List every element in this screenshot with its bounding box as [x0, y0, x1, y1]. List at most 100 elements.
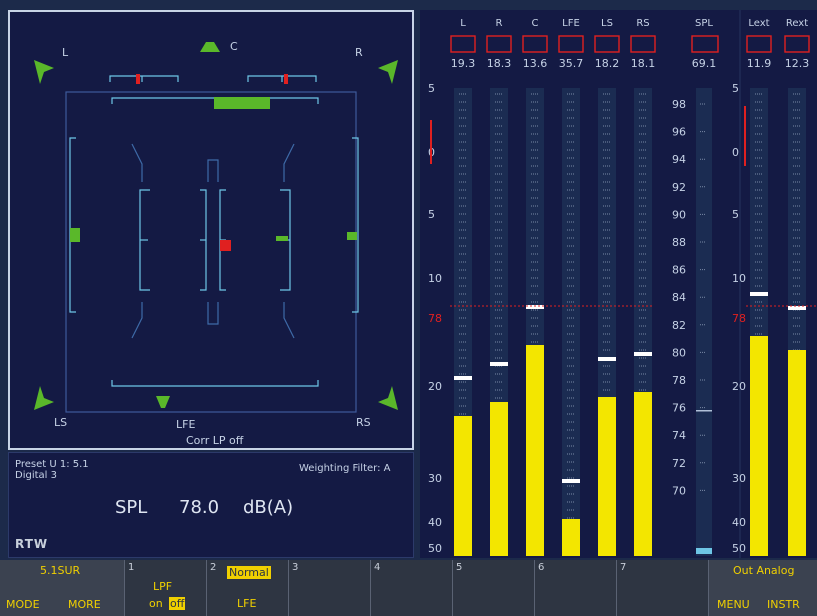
softkey-3[interactable]: 3 — [288, 560, 370, 616]
softkey-4[interactable]: 4 — [370, 560, 452, 616]
channel-name-r: R — [496, 18, 503, 29]
channel-name-spl: SPL — [695, 18, 713, 29]
cell-number: 7 — [620, 562, 627, 573]
cell-number: 6 — [538, 562, 545, 573]
center-level-marker — [214, 97, 270, 109]
lpf-on: on — [149, 597, 163, 610]
spl-title: SPL — [115, 497, 148, 518]
channel-name-rs: RS — [636, 18, 649, 29]
cell-number: 3 — [292, 562, 299, 573]
phase-marker — [276, 236, 288, 241]
spl-scale-tick: 84 — [672, 291, 686, 304]
speaker-ls-icon — [34, 386, 54, 410]
cell-number: 1 — [128, 562, 135, 573]
spl-unit: dB(A) — [243, 497, 294, 518]
preset-label: Preset U 1: 5.1 — [15, 459, 89, 470]
weighting-filter-label: Weighting Filter: A — [299, 463, 391, 474]
level-bar-lext — [750, 336, 768, 556]
spl-scale-tick: 78 — [672, 374, 686, 387]
reference-label: 78 — [428, 312, 442, 325]
peak-hold-marker — [788, 306, 806, 310]
softkey-bar: 5.1SUR MODE MORE 1 LPF on off 2 Normal L… — [0, 560, 817, 616]
channel-name-ls: LS — [601, 18, 613, 29]
peak-value-lext: 11.9 — [747, 57, 772, 70]
right-scale-tick: 0 — [732, 146, 739, 159]
lfe-button[interactable]: 2 Normal LFE — [206, 560, 288, 616]
rtw-logo: RTW — [15, 537, 49, 551]
peak-value-c: 13.6 — [523, 57, 548, 70]
spl-scale-tick: 82 — [672, 319, 686, 332]
level-bar-rext — [788, 350, 806, 556]
more-button[interactable]: MORE — [68, 598, 101, 611]
lpf-off: off — [169, 597, 186, 610]
right-level-marker — [347, 232, 357, 240]
channel-name-rext: Rext — [786, 18, 808, 29]
input-label: Digital 3 — [15, 470, 57, 481]
left-scale-tick: 5 — [428, 82, 435, 95]
overload-indicator — [630, 35, 656, 53]
spl-level-bar — [696, 548, 712, 554]
menu-cell: Out Analog MENU INSTR — [708, 560, 817, 616]
overload-indicator — [691, 35, 719, 53]
left-scale-tick: 5 — [428, 208, 435, 221]
corr-lp-label: Corr LP off — [186, 434, 244, 447]
lfe-label: LFE — [237, 597, 257, 610]
instr-button[interactable]: INSTR — [767, 598, 800, 611]
mode-cell: 5.1SUR MODE MORE — [0, 560, 124, 616]
spl-value: 78.0 — [179, 497, 220, 518]
surround-graphics — [34, 42, 398, 413]
left-level-marker — [70, 228, 80, 242]
level-bar-rs — [634, 392, 652, 556]
info-panel: Preset U 1: 5.1 Digital 3 Weighting Filt… — [8, 452, 414, 558]
spl-scale-tick: 80 — [672, 346, 686, 359]
spl-meter-track — [696, 88, 712, 556]
right-scale-tick: 78 — [732, 312, 746, 325]
spl-scale-tick: 74 — [672, 429, 686, 442]
overload-indicator — [450, 35, 476, 53]
overload-indicator — [784, 35, 810, 53]
label-ls: LS — [54, 416, 68, 429]
peak-hold-marker — [598, 357, 616, 361]
peak-value-rext: 12.3 — [785, 57, 810, 70]
right-scale-tick: 30 — [732, 472, 746, 485]
label-r: R — [355, 46, 363, 59]
level-bar-c — [526, 345, 544, 556]
left-scale-tick: 10 — [428, 272, 442, 285]
peak-hold-marker — [750, 292, 768, 296]
peak-value-lfe: 35.7 — [559, 57, 584, 70]
spl-scale-tick: 76 — [672, 402, 686, 415]
speaker-lfe-icon — [156, 396, 170, 408]
cell-number: 2 — [210, 562, 217, 573]
menu-button[interactable]: MENU — [717, 598, 750, 611]
peak-value-spl: 69.1 — [692, 57, 717, 70]
softkey-7[interactable]: 7 — [616, 560, 708, 616]
left-scale-tick: 20 — [428, 380, 442, 393]
speaker-l-icon — [34, 60, 54, 84]
overload-bar — [430, 120, 432, 164]
softkey-6[interactable]: 6 — [534, 560, 616, 616]
lpf-button[interactable]: 1 LPF on off — [124, 560, 206, 616]
cell-number: 5 — [456, 562, 463, 573]
overload-indicator — [746, 35, 772, 53]
softkey-5[interactable]: 5 — [452, 560, 534, 616]
spl-scale-tick: 70 — [672, 484, 686, 497]
label-rs: RS — [356, 416, 371, 429]
out-analog-label: Out Analog — [733, 564, 795, 577]
speaker-r-icon — [378, 60, 398, 84]
meter-graphics: 5051020304050L19.3R18.3C13.6LFE35.7LS18.… — [428, 10, 817, 558]
level-bar-l — [454, 416, 472, 556]
spl-scale-tick: 98 — [672, 98, 686, 111]
overload-indicator — [486, 35, 512, 53]
mode-button[interactable]: MODE — [6, 598, 40, 611]
lpf-label: LPF — [153, 580, 173, 593]
spl-scale-tick: 88 — [672, 236, 686, 249]
peak-value-r: 18.3 — [487, 57, 512, 70]
right-scale-tick: 40 — [732, 516, 746, 529]
peak-hold-marker — [562, 479, 580, 483]
normal-badge: Normal — [227, 566, 271, 579]
channel-name-c: C — [532, 18, 539, 29]
level-meters-panel: 5051020304050L19.3R18.3C13.6LFE35.7LS18.… — [420, 10, 817, 558]
speaker-rs-icon — [378, 386, 398, 410]
right-scale-tick: 5 — [732, 208, 739, 221]
cell-number: 4 — [374, 562, 381, 573]
